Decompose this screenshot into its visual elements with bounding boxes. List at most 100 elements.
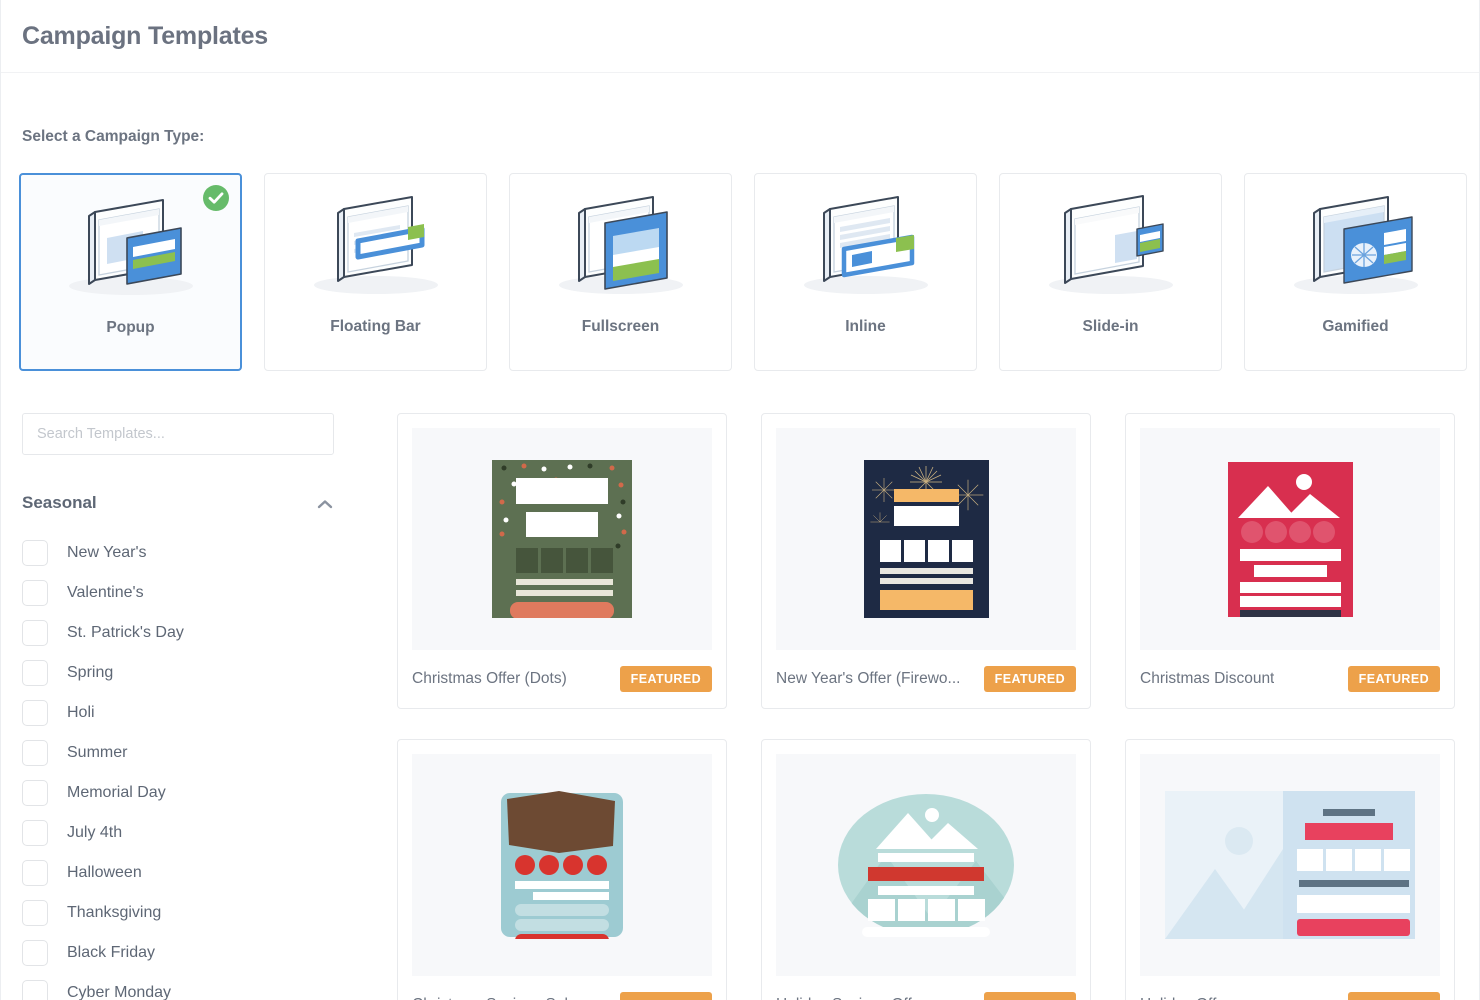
checkbox[interactable] [22,660,48,686]
featured-badge: FEATURED [983,666,1076,692]
floating-bar-illustration [286,192,466,304]
checkbox[interactable] [22,700,48,726]
filter-label: St. Patrick's Day [67,624,184,641]
campaign-type-gamified[interactable]: Gamified [1244,173,1467,371]
featured-badge: FEATURED [1347,666,1440,692]
filter-item-july-4th[interactable]: July 4th [22,813,334,853]
template-card[interactable]: Holiday Savings Offer FEATURED [761,739,1091,1000]
campaign-type-fullscreen[interactable]: Fullscreen [509,173,732,371]
templates-sidebar: Seasonal New Year's Valentine's St. Patr… [22,413,334,1000]
campaign-type-label-fullscreen: Fullscreen [581,318,660,335]
christmas-savings-art [501,791,623,939]
campaign-type-inline[interactable]: Inline [754,173,977,371]
filter-label: Holi [67,704,95,721]
campaign-templates-page: Campaign Templates Select a Campaign Typ… [0,0,1480,1000]
checkbox[interactable] [22,900,48,926]
filter-item-cyber-monday[interactable]: Cyber Monday [22,973,334,1000]
popup-illustration [41,193,221,305]
filter-item-black-friday[interactable]: Black Friday [22,933,334,973]
filter-item-halloween[interactable]: Halloween [22,853,334,893]
campaign-type-label-floating-bar: Floating Bar [330,318,421,335]
campaign-type-label: Select a Campaign Type: [22,128,205,145]
checkbox[interactable] [22,620,48,646]
campaign-type-label-inline: Inline [845,318,886,335]
checkbox[interactable] [22,860,48,886]
filter-item-new-years[interactable]: New Year's [22,533,334,573]
filter-item-holi[interactable]: Holi [22,693,334,733]
gamified-illustration [1266,192,1446,304]
template-thumbnail [1140,754,1440,976]
template-name: Holiday Savings Offer [776,996,926,1000]
campaign-type-popup[interactable]: Popup [19,173,242,371]
template-card[interactable]: Christmas Offer (Dots) FEATURED [397,413,727,709]
template-footer: New Year's Offer (Firewo... FEATURED [762,650,1090,708]
template-card[interactable]: Christmas Savings Sale FEATURED [397,739,727,1000]
filter-label: Thanksgiving [67,904,162,921]
filter-label: Valentine's [67,584,144,601]
template-footer: Christmas Savings Sale FEATURED [398,976,726,1000]
filter-item-memorial-day[interactable]: Memorial Day [22,773,334,813]
checkbox[interactable] [22,980,48,1000]
chevron-up-icon [316,497,334,509]
template-thumbnail [1140,428,1440,650]
template-footer: Christmas Discount FEATURED [1126,650,1454,708]
campaign-type-label-popup: Popup [106,319,155,336]
template-card[interactable]: Christmas Discount FEATURED [1125,413,1455,709]
filter-label: Spring [67,664,114,681]
template-footer: Holiday Savings Offer FEATURED [762,976,1090,1000]
new-year-fireworks-art [863,460,989,618]
page-title: Campaign Templates [22,21,268,50]
filter-label: Halloween [67,864,142,881]
featured-badge: FEATURED [619,666,712,692]
christmas-dots-art [492,460,632,618]
filter-label: Black Friday [67,944,156,961]
checkbox[interactable] [22,940,48,966]
template-card[interactable]: New Year's Offer (Firewo... FEATURED [761,413,1091,709]
filter-label: Memorial Day [67,784,166,801]
template-thumbnail [776,754,1076,976]
filter-checkbox-list: New Year's Valentine's St. Patrick's Day… [22,533,334,1000]
campaign-type-slide-in[interactable]: Slide-in [999,173,1222,371]
template-grid: Christmas Offer (Dots) FEATURED New Year… [397,413,1465,1000]
fullscreen-illustration [531,192,711,304]
template-name: New Year's Offer (Firewo... [776,670,961,687]
filter-item-valentines[interactable]: Valentine's [22,573,334,613]
template-name: Christmas Offer (Dots) [412,670,567,687]
filter-item-thanksgiving[interactable]: Thanksgiving [22,893,334,933]
filter-label: July 4th [67,824,123,841]
checkbox[interactable] [22,540,48,566]
template-thumbnail [412,754,712,976]
search-input[interactable] [22,413,334,455]
holiday-offer-art [1165,791,1415,939]
featured-badge: FEATURED [1347,992,1440,1000]
checkbox[interactable] [22,820,48,846]
filter-item-spring[interactable]: Spring [22,653,334,693]
filter-label: Summer [67,744,128,761]
inline-illustration [776,192,956,304]
template-card[interactable]: Holiday Offer FEATURED [1125,739,1455,1000]
template-footer: Holiday Offer FEATURED [1126,976,1454,1000]
featured-badge: FEATURED [983,992,1076,1000]
holiday-savings-art [838,794,1014,937]
filter-label: Cyber Monday [67,984,172,1000]
christmas-discount-art [1227,461,1353,617]
filter-group-title: Seasonal [22,493,97,512]
checkbox[interactable] [22,780,48,806]
campaign-type-label-gamified: Gamified [1322,318,1389,335]
selected-check-icon [203,185,229,211]
checkbox[interactable] [22,740,48,766]
filter-label: New Year's [67,544,147,561]
filter-item-st-patricks-day[interactable]: St. Patrick's Day [22,613,334,653]
template-footer: Christmas Offer (Dots) FEATURED [398,650,726,708]
campaign-type-label-slide-in: Slide-in [1082,318,1139,335]
campaign-type-selector: Popup Floating Bar Fullscreen Inline Sli… [19,173,1467,371]
template-name: Christmas Savings Sale [412,996,577,1000]
checkbox[interactable] [22,580,48,606]
featured-badge: FEATURED [619,992,712,1000]
filter-item-summer[interactable]: Summer [22,733,334,773]
filter-group-header-seasonal[interactable]: Seasonal [22,493,334,513]
campaign-type-floating-bar[interactable]: Floating Bar [264,173,487,371]
slide-in-illustration [1021,192,1201,304]
template-name: Christmas Discount [1140,670,1275,687]
page-header: Campaign Templates [1,0,1479,73]
